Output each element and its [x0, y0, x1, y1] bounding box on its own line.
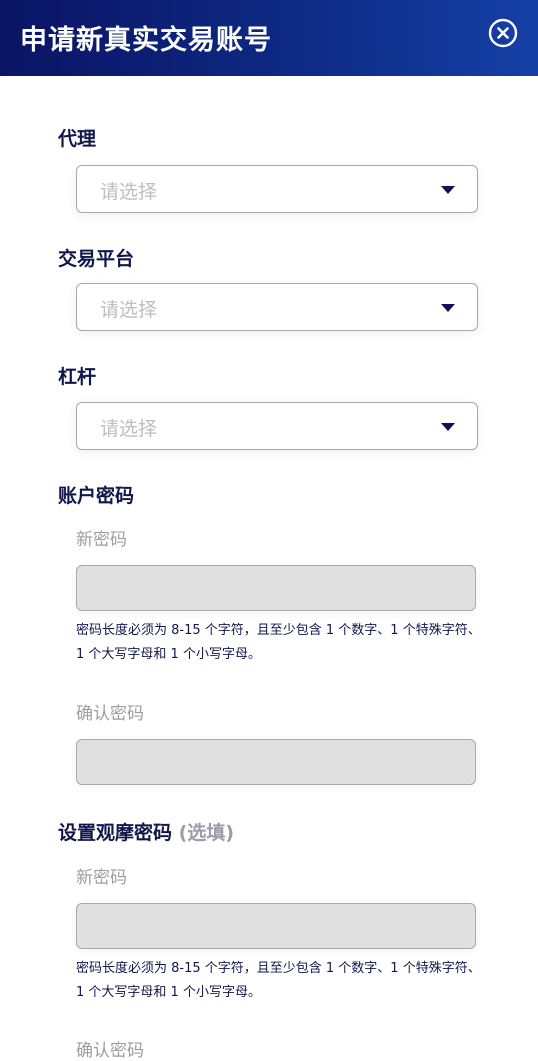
leverage-label: 杠杆 [58, 366, 97, 388]
agent-label: 代理 [58, 128, 97, 150]
investor-new-password-input[interactable] [76, 903, 476, 949]
caret-down-icon [441, 304, 455, 312]
investor-new-password-label: 新密码 [76, 868, 127, 888]
leverage-select-placeholder: 请选择 [100, 418, 158, 440]
agent-select-placeholder: 请选择 [100, 181, 158, 203]
investor-confirm-password-label: 确认密码 [76, 1041, 144, 1061]
platform-select-placeholder: 请选择 [100, 299, 158, 321]
account-password-label: 账户密码 [58, 485, 135, 507]
agent-select[interactable]: 请选择 [76, 165, 478, 213]
confirm-password-input[interactable] [76, 739, 476, 785]
new-password-input[interactable] [76, 565, 476, 611]
investor-password-title: 设置观摩密码 [58, 822, 173, 844]
platform-select[interactable]: 请选择 [76, 283, 478, 331]
caret-down-icon [441, 186, 455, 194]
caret-down-icon [441, 423, 455, 431]
investor-password-label: 设置观摩密码 (选填) [58, 818, 234, 845]
dialog-title: 申请新真实交易账号 [20, 25, 272, 56]
investor-password-hint: 密码长度必须为 8-15 个字符，且至少包含 1 个数字、1 个特殊字符、1 个… [76, 961, 481, 1000]
leverage-select[interactable]: 请选择 [76, 402, 478, 450]
new-password-label: 新密码 [76, 530, 127, 550]
header: 申请新真实交易账号 [0, 0, 538, 76]
close-icon[interactable] [488, 18, 518, 48]
password-hint: 密码长度必须为 8-15 个字符，且至少包含 1 个数字、1 个特殊字符、1 个… [76, 623, 481, 662]
confirm-password-label: 确认密码 [76, 704, 144, 724]
optional-tag: (选填) [178, 822, 235, 844]
platform-label: 交易平台 [58, 248, 135, 270]
